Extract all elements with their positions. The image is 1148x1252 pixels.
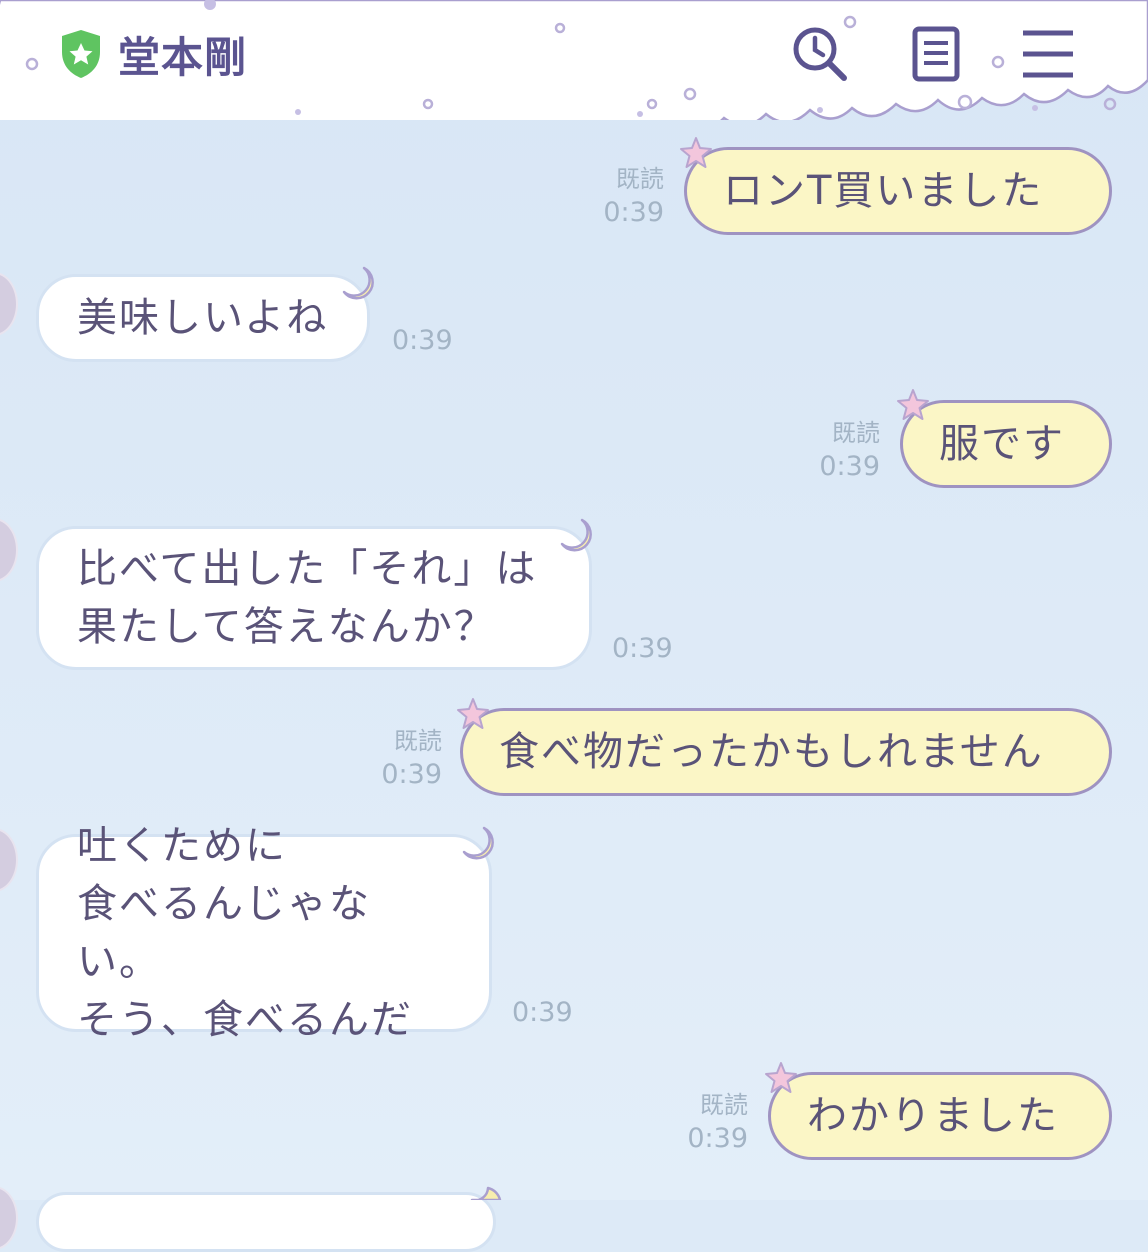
read-receipt: 既読 xyxy=(616,165,664,193)
message-bubble-outgoing[interactable]: 服です xyxy=(900,400,1112,488)
message-time: 0:39 xyxy=(512,997,573,1028)
shield-star-icon xyxy=(62,30,100,78)
message-bubble-incoming[interactable]: 美味しいよね xyxy=(36,274,370,362)
star-decoration-icon xyxy=(765,1062,797,1093)
timeline-search-icon[interactable] xyxy=(790,24,850,84)
read-receipt: 既読 xyxy=(832,419,880,447)
message-time: 0:39 xyxy=(819,451,880,482)
moon-decoration-icon xyxy=(462,826,494,860)
message-time: 0:39 xyxy=(687,1123,748,1154)
star-decoration-icon xyxy=(897,389,929,420)
message-meta: 既読 0:39 xyxy=(804,416,880,484)
message-bubble-incoming[interactable]: 比べて出した「それ」は 果たして答えなんか？ xyxy=(36,526,592,670)
read-receipt: 既読 xyxy=(394,727,442,755)
notes-icon[interactable] xyxy=(906,24,966,84)
message-time: 0:39 xyxy=(381,759,442,790)
message-meta: 既読 0:39 xyxy=(366,724,442,792)
message-bubble-outgoing[interactable]: わかりました xyxy=(768,1072,1112,1160)
message-bubble-incoming[interactable]: 吐くために 食べるんじゃない。 そう、食べるんだ xyxy=(36,823,492,1043)
message-meta: 既読 0:39 xyxy=(588,162,664,230)
star-decoration-icon xyxy=(457,698,489,729)
message-time: 0:39 xyxy=(603,197,664,228)
message-bubble-outgoing[interactable]: ロンT買いました xyxy=(684,147,1112,235)
menu-icon[interactable] xyxy=(1018,24,1078,84)
chat-title: 堂本剛 xyxy=(118,32,248,82)
message-meta: 既読 0:39 xyxy=(672,1088,748,1156)
message-bubble-incoming-partial[interactable] xyxy=(36,1192,496,1252)
message-bubble-outgoing[interactable]: 食べ物だったかもしれません xyxy=(460,708,1112,796)
read-receipt: 既読 xyxy=(700,1091,748,1119)
chat-header: 堂本剛 xyxy=(0,0,1148,120)
moon-decoration-icon xyxy=(470,1186,502,1200)
message-time: 0:39 xyxy=(612,633,673,664)
chat-title-area[interactable]: 堂本剛 xyxy=(58,26,247,82)
star-decoration-icon xyxy=(680,137,712,168)
moon-decoration-icon xyxy=(342,266,374,300)
moon-decoration-icon xyxy=(560,518,592,552)
message-time: 0:39 xyxy=(392,325,453,356)
